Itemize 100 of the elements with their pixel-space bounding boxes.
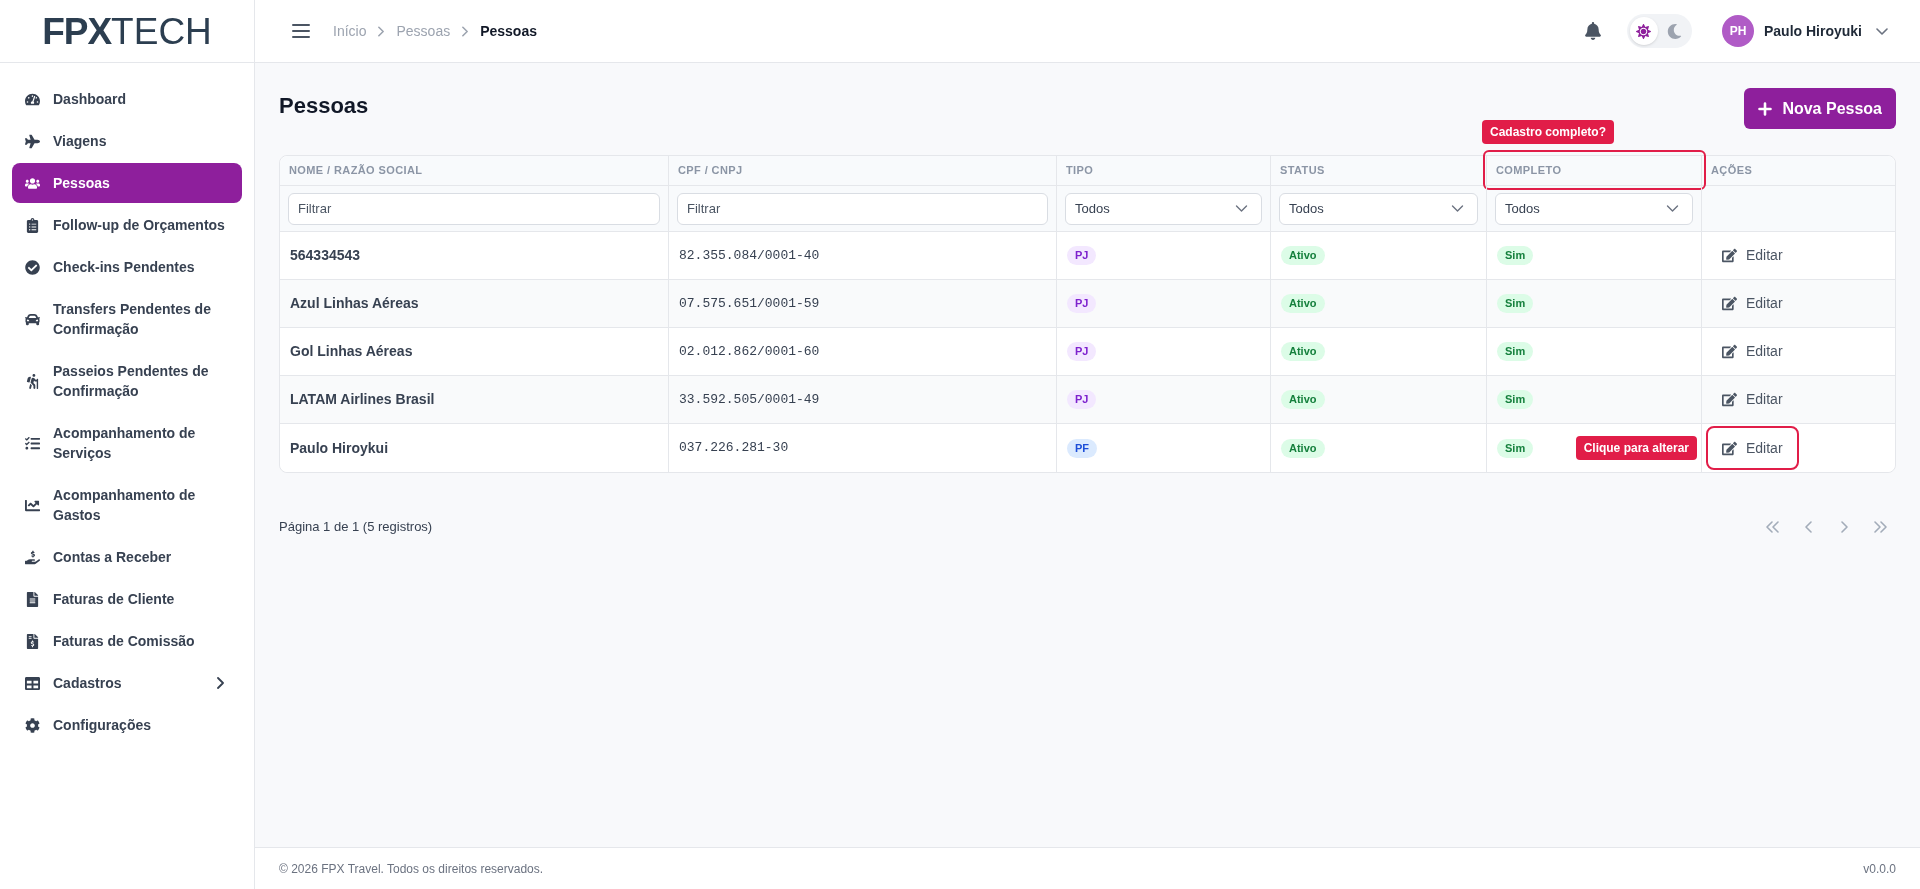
- edit-icon: [1722, 296, 1737, 311]
- filter-input[interactable]: Filtrar: [288, 192, 660, 225]
- checklist-icon: [25, 435, 40, 451]
- edit-button[interactable]: Editar: [1706, 281, 1799, 326]
- nav-item[interactable]: Viagens: [12, 121, 242, 161]
- callout-tooltip: Clique para alterar: [1575, 436, 1697, 460]
- double-chevron-left-icon: [1765, 521, 1779, 533]
- pagination-summary: Página 1 de 1 (5 registros): [279, 518, 433, 537]
- hiking-person-icon: [25, 373, 40, 389]
- status-badge: Ativo: [1281, 390, 1325, 409]
- column-header: AÇÕES: [1711, 163, 1753, 179]
- complete-badge: Sim: [1497, 246, 1534, 265]
- nav-item[interactable]: Check-ins Pendentes: [12, 247, 242, 287]
- person-name: Paulo Hiroykui: [290, 438, 389, 458]
- gauge-icon: [25, 91, 40, 107]
- complete-badge: Sim: [1497, 390, 1534, 409]
- status-badge: Ativo: [1281, 342, 1325, 361]
- type-badge: PJ: [1067, 294, 1097, 313]
- column-header: STATUS: [1280, 163, 1325, 179]
- nav-item[interactable]: Pessoas: [12, 163, 242, 203]
- nav-item[interactable]: Acompanhamento de Serviços: [12, 413, 242, 473]
- nav-item[interactable]: Transfers Pendentes de Confirmação: [12, 289, 242, 349]
- line-chart-icon: [25, 497, 40, 513]
- bell-icon: [1583, 22, 1602, 40]
- column-header: NOME / RAZÃO SOCIAL: [289, 163, 423, 179]
- table-icon: [25, 675, 40, 691]
- edit-icon: [1722, 248, 1737, 263]
- column-header: CPF / CNPJ: [678, 163, 743, 179]
- edit-icon: [1722, 440, 1737, 456]
- filter-dropdown[interactable]: Todos: [1279, 192, 1478, 225]
- invoice-dollar-icon: [25, 633, 40, 649]
- status-badge: Ativo: [1281, 246, 1325, 265]
- filter-dropdown[interactable]: Todos: [1065, 192, 1262, 225]
- brand-logo: FPXTECH: [42, 12, 212, 50]
- chevron-down-icon: [1666, 205, 1679, 212]
- hand-dollar-icon: [25, 549, 40, 565]
- person-name: Gol Linhas Aéreas: [290, 342, 413, 361]
- moon-icon: [1667, 23, 1683, 39]
- complete-badge: Sim: [1497, 342, 1534, 361]
- clipboard-icon: [25, 217, 40, 233]
- menu-icon: [292, 24, 310, 38]
- type-badge: PJ: [1067, 342, 1097, 361]
- new-person-button[interactable]: Nova Pessoa: [1744, 88, 1896, 129]
- type-badge: PJ: [1067, 390, 1097, 409]
- gear-icon: [25, 717, 40, 733]
- breadcrumb-current: Pessoas: [480, 21, 537, 41]
- chevron-right-icon: [1840, 521, 1848, 533]
- plane-icon: [25, 133, 40, 149]
- version-text: v0.0.0: [1863, 860, 1896, 878]
- person-name: Azul Linhas Aéreas: [290, 294, 419, 313]
- document-number: 82.355.084/0001-40: [679, 246, 820, 265]
- person-name: LATAM Airlines Brasil: [290, 390, 435, 409]
- document-number: 037.226.281-30: [679, 439, 789, 458]
- type-badge: PF: [1067, 438, 1098, 458]
- edit-button[interactable]: Editar: [1706, 426, 1799, 470]
- column-header: TIPO: [1066, 163, 1094, 179]
- column-header: COMPLETO: [1496, 163, 1562, 179]
- copyright-text: © 2026 FPX Travel. Todos os direitos reservados.: [279, 860, 544, 878]
- car-icon: [25, 311, 40, 327]
- chevron-right-icon: [378, 25, 385, 37]
- user-avatar[interactable]: PH: [1721, 15, 1754, 47]
- sun-icon: [1636, 23, 1652, 39]
- document-number: 33.592.505/0001-49: [679, 390, 820, 409]
- filter-dropdown[interactable]: Todos: [1495, 192, 1693, 225]
- complete-badge: Sim: [1497, 438, 1534, 458]
- edit-button[interactable]: Editar: [1706, 233, 1799, 278]
- person-name: 564334543: [290, 246, 361, 265]
- nav-item[interactable]: Passeios Pendentes de Confirmação: [12, 351, 242, 411]
- chevron-down-icon: [1451, 205, 1464, 212]
- edit-button[interactable]: Editar: [1706, 377, 1799, 422]
- edit-button[interactable]: Editar: [1706, 329, 1799, 374]
- chevron-down-icon[interactable]: [1876, 27, 1888, 35]
- edit-icon: [1722, 344, 1737, 359]
- light-mode-button[interactable]: [1629, 17, 1658, 45]
- document-number: 02.012.862/0001-60: [679, 342, 820, 361]
- page-title: Pessoas: [279, 92, 369, 120]
- plus-icon: [1758, 101, 1773, 116]
- nav-item[interactable]: Cadastros: [12, 663, 242, 703]
- filter-input[interactable]: Filtrar: [677, 192, 1048, 225]
- chevron-right-icon: [462, 25, 469, 37]
- document-number: 07.575.651/0001-59: [679, 294, 820, 313]
- user-name[interactable]: Paulo Hiroyuki: [1763, 20, 1862, 42]
- callout-tooltip: Cadastro completo?: [1482, 120, 1614, 144]
- nav-item[interactable]: Contas a Receber: [12, 537, 242, 577]
- complete-badge: Sim: [1497, 294, 1534, 313]
- users-icon: [25, 175, 40, 191]
- nav-item[interactable]: Dashboard: [12, 79, 242, 119]
- chevron-left-icon: [1804, 521, 1812, 533]
- double-chevron-right-icon: [1873, 521, 1887, 533]
- chevron-down-icon: [1235, 205, 1248, 212]
- status-badge: Ativo: [1281, 294, 1325, 313]
- file-icon: [25, 591, 40, 607]
- nav-item[interactable]: Faturas de Comissão: [12, 621, 242, 661]
- nav-item[interactable]: Faturas de Cliente: [12, 579, 242, 619]
- chevron-right-icon: [217, 677, 224, 689]
- edit-icon: [1722, 392, 1737, 407]
- nav-item[interactable]: Follow-up de Orçamentos: [12, 205, 242, 245]
- nav-item[interactable]: Acompanhamento de Gastos: [12, 475, 242, 535]
- nav-item[interactable]: Configurações: [12, 705, 242, 745]
- type-badge: PJ: [1067, 246, 1097, 265]
